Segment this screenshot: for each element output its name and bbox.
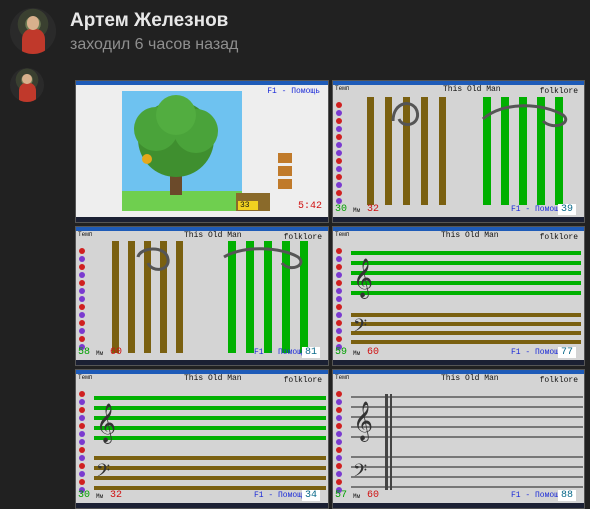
staff-graphic <box>79 241 308 353</box>
metronome-value: 60 <box>367 347 380 358</box>
svg-text:𝄢: 𝄢 <box>96 461 110 486</box>
left-counter: 30 <box>335 204 348 215</box>
help-label: F1 - Помощь <box>254 348 307 357</box>
metronome-label: Мм <box>353 350 361 357</box>
left-counter: 57 <box>335 490 348 501</box>
song-title: This Old Man <box>184 374 242 383</box>
staff-graphic: 𝄞 𝄢 <box>336 391 583 493</box>
svg-text:𝄞: 𝄞 <box>353 401 373 442</box>
genre-label: folklore <box>539 233 578 242</box>
genre-label: folklore <box>283 376 322 385</box>
genre-label: folklore <box>283 233 322 242</box>
staff-graphic: 𝄞 𝄢 <box>336 248 581 350</box>
taskbar <box>76 217 328 222</box>
metronome-label: Мм <box>353 493 361 500</box>
left-counter: 30 <box>78 490 91 501</box>
score-value: 34 <box>301 490 320 501</box>
metronome-label: Мм <box>353 207 361 214</box>
score-value: 39 <box>557 204 576 215</box>
photo-vertical-staffs-1[interactable]: This Old Man folklore Темп 30 Мм 32 F1 -… <box>332 80 585 223</box>
score-value: 81 <box>301 347 320 358</box>
tempo-label: Темп <box>335 231 350 238</box>
taskbar <box>333 503 584 508</box>
photo-horizontal-staffs-2[interactable]: 𝄞 𝄢 This Old Man folklore Темп 30 Мм 32 … <box>75 369 329 509</box>
help-label: F1 - Помощь <box>511 348 564 357</box>
staff-graphic: 𝄞 𝄢 <box>79 391 326 493</box>
song-title: This Old Man <box>441 374 499 383</box>
photo-gallery: F1 - Помощь 33 5:42 This Old Man folklor… <box>75 80 590 509</box>
left-counter: 58 <box>78 347 91 358</box>
tempo-label: Темп <box>335 85 350 92</box>
taskbar <box>76 360 328 365</box>
svg-text:𝄞: 𝄞 <box>353 258 373 299</box>
metronome-value: 32 <box>110 490 123 501</box>
tempo-label: Темп <box>335 374 350 381</box>
metronome-label: Мм <box>96 493 104 500</box>
song-title: This Old Man <box>443 85 501 94</box>
svg-text:𝄢: 𝄢 <box>353 316 367 341</box>
svg-text:𝄞: 𝄞 <box>96 403 116 444</box>
photo-grand-staff[interactable]: 𝄞 𝄢 This Old Man folklore Темп 57 Мм 60 … <box>332 369 585 509</box>
last-seen-status: заходил 6 часов назад <box>70 36 239 53</box>
help-label: F1 - Помощь <box>254 491 307 500</box>
taskbar <box>76 503 328 508</box>
tree-scene-graphic <box>122 91 292 211</box>
genre-label: folklore <box>539 87 578 96</box>
chest-value: 33 <box>240 201 250 210</box>
metronome-label: Мм <box>96 350 104 357</box>
help-label: F1 - Помощь <box>511 205 564 214</box>
score-value: 88 <box>557 490 576 501</box>
song-title: This Old Man <box>441 231 499 240</box>
metronome-value: 32 <box>367 204 380 215</box>
metronome-value: 60 <box>367 490 380 501</box>
post-avatar[interactable] <box>10 68 44 102</box>
tempo-label: Темп <box>78 374 93 381</box>
photo-tree-scene[interactable]: F1 - Помощь 33 5:42 <box>75 80 329 223</box>
genre-label: folklore <box>539 376 578 385</box>
timer-label: 5:42 <box>297 201 322 212</box>
tempo-label: Темп <box>78 231 93 238</box>
song-title: This Old Man <box>184 231 242 240</box>
taskbar <box>333 217 584 222</box>
staff-graphic <box>336 97 567 205</box>
avatar[interactable] <box>10 8 56 54</box>
photo-vertical-staffs-2[interactable]: This Old Man folklore Темп 58 Мм 60 F1 -… <box>75 226 329 366</box>
photo-horizontal-staffs-1[interactable]: 𝄞 𝄢 This Old Man folklore Темп 59 Мм 60 … <box>332 226 585 366</box>
svg-text:𝄢: 𝄢 <box>353 461 367 486</box>
left-counter: 59 <box>335 347 348 358</box>
profile-name[interactable]: Артем Железнов <box>70 10 228 32</box>
help-label: F1 - Помощь <box>511 491 564 500</box>
metronome-value: 60 <box>110 347 123 358</box>
help-label: F1 - Помощь <box>267 87 320 96</box>
taskbar <box>333 360 584 365</box>
score-value: 77 <box>557 347 576 358</box>
